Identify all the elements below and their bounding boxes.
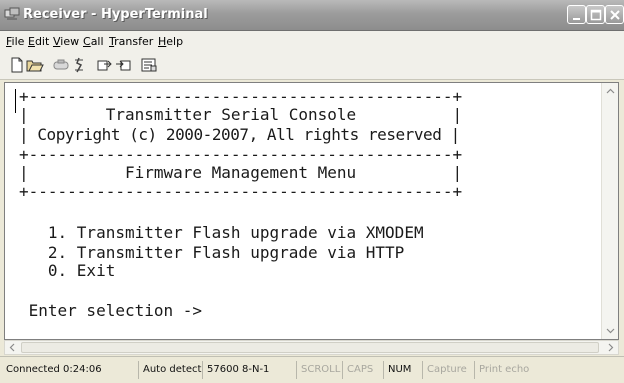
prompt-line: Enter selection -> — [19, 301, 203, 320]
left-margin-line — [15, 89, 16, 113]
menu-bar: File Edit View Call Transfer Help — [0, 31, 624, 51]
terminal-line: +---------------------------------------… — [19, 182, 463, 201]
maximize-button[interactable] — [586, 5, 605, 24]
menu-call[interactable]: Call — [83, 35, 104, 48]
scroll-up-icon[interactable] — [602, 83, 619, 100]
menu-transfer[interactable]: Transfer — [109, 35, 153, 48]
disconnect-icon[interactable] — [70, 56, 88, 74]
minimize-button[interactable] — [567, 5, 586, 24]
status-caps: CAPS — [342, 361, 383, 379]
status-bar: Connected 0:24:06 Auto detect 57600 8-N-… — [0, 356, 624, 383]
status-num: NUM — [383, 361, 422, 379]
status-print-echo: Print echo — [474, 361, 624, 379]
terminal-line: +---------------------------------------… — [19, 145, 463, 164]
status-capture: Capture — [422, 361, 474, 379]
scroll-down-icon[interactable] — [602, 322, 619, 339]
scroll-right-icon[interactable] — [603, 341, 618, 354]
terminal-line: +---------------------------------------… — [19, 87, 463, 106]
close-icon — [610, 10, 620, 20]
status-connected: Connected 0:24:06 — [6, 364, 102, 375]
title-bar[interactable]: Receiver - HyperTerminal — [0, 0, 624, 31]
terminal-screen[interactable]: +---------------------------------------… — [5, 83, 601, 339]
terminal-line: | Transmitter Serial Console | — [19, 105, 463, 124]
scroll-thumb[interactable] — [21, 342, 599, 353]
horizontal-scrollbar[interactable] — [4, 340, 619, 355]
hyperterminal-window: Receiver - HyperTerminal File Edit View … — [0, 0, 624, 383]
toolbar — [0, 51, 624, 80]
menu-file[interactable]: File — [6, 35, 24, 48]
menu-edit[interactable]: Edit — [28, 35, 49, 48]
hyperterminal-app-icon — [4, 7, 20, 20]
receive-icon[interactable] — [114, 56, 132, 74]
send-icon[interactable] — [96, 56, 114, 74]
terminal-line: | Copyright (c) 2000-2007, All rights re… — [19, 125, 460, 144]
menu-view[interactable]: View — [53, 35, 79, 48]
scroll-left-icon[interactable] — [5, 341, 20, 354]
minimize-icon — [573, 18, 580, 20]
terminal-line: | Firmware Management Menu | — [19, 163, 463, 182]
connect-icon[interactable] — [52, 56, 70, 74]
terminal-frame: +---------------------------------------… — [4, 82, 619, 340]
menu-help[interactable]: Help — [158, 35, 183, 48]
menu-option-line: 1. Transmitter Flash upgrade via XMODEM — [19, 223, 424, 242]
status-detect: Auto detect — [138, 361, 202, 379]
new-connection-icon[interactable] — [8, 56, 26, 74]
close-button[interactable] — [605, 5, 624, 24]
properties-icon[interactable] — [140, 56, 158, 74]
window-title: Receiver - HyperTerminal — [23, 7, 208, 22]
open-icon[interactable] — [26, 56, 44, 74]
status-scroll: SCROLL — [296, 361, 342, 379]
vertical-scrollbar[interactable] — [601, 83, 618, 339]
menu-option-line: 2. Transmitter Flash upgrade via HTTP — [19, 243, 405, 262]
status-settings: 57600 8-N-1 — [202, 361, 294, 379]
maximize-icon — [590, 9, 602, 21]
menu-option-line: 0. Exit — [19, 261, 116, 280]
